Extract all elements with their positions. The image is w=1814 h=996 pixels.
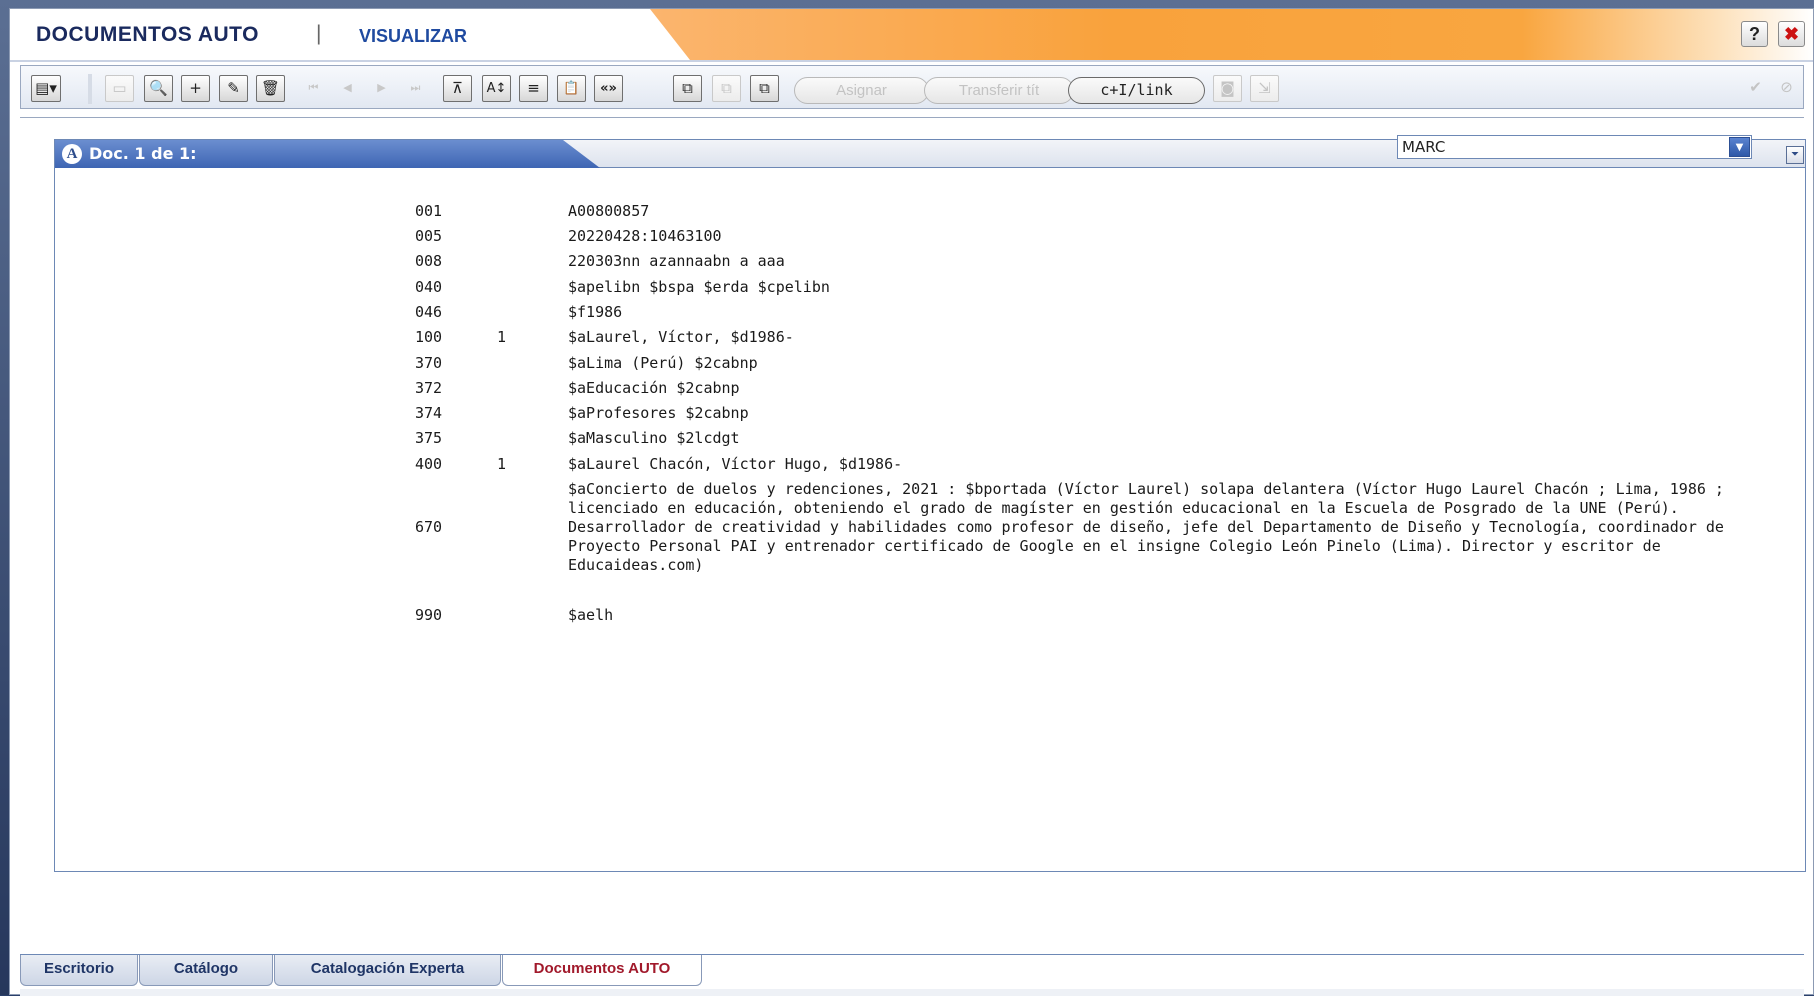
tab-escritorio[interactable]: Escritorio: [20, 955, 138, 986]
marc-tag: 375: [415, 429, 443, 447]
merge-record-icon[interactable]: ⧉: [712, 75, 741, 102]
marc-value: $aLaurel Chacón, Víctor Hugo, $d1986-: [568, 455, 903, 473]
duplicate-record-icon[interactable]: ⧉: [750, 75, 779, 102]
toolbar: ▤▾ ▭ 🔍 + ✎ 🗑 ⏮ ◀ ▶ ⏭ ⊼ A↕ ≡ 📋 «» ⧉ ⧉ ⧉ A…: [20, 65, 1804, 109]
format-select-value: MARC: [1402, 138, 1446, 156]
title-bar-accent: [650, 9, 1813, 60]
tab-catalogo[interactable]: Catálogo: [139, 955, 273, 986]
marc-value: $aLaurel, Víctor, $d1986-: [568, 328, 794, 346]
last-record-icon[interactable]: ⏭: [401, 75, 430, 102]
view-menu-icon[interactable]: ▤▾: [31, 75, 61, 102]
marc-value: $aMasculino $2lcdgt: [568, 429, 740, 447]
sort-icon[interactable]: A↕: [482, 75, 511, 102]
document-tab: A Doc. 1 de 1:: [55, 140, 600, 168]
help-button[interactable]: ?: [1741, 21, 1768, 47]
marc-value: $aProfesores $2cabnp: [568, 404, 749, 422]
marc-value: $apelibn $bspa $erda $cpelibn: [568, 278, 830, 296]
marc-tag: 990: [415, 606, 443, 624]
copy-record-icon[interactable]: ⧉: [673, 75, 702, 102]
marc-value: $aelh: [568, 606, 614, 624]
authority-icon: A: [62, 144, 82, 164]
marc-tag: 008: [415, 252, 443, 270]
marc-value: $aEducación $2cabnp: [568, 379, 740, 397]
camera-icon[interactable]: ◙: [1213, 75, 1242, 102]
marc-value: 20220428:10463100: [568, 227, 722, 245]
marc-tag: 370: [415, 354, 443, 372]
cancel-icon[interactable]: ⊘: [1772, 75, 1801, 102]
marc-indicator: 1: [497, 328, 507, 346]
document-panel-header: A Doc. 1 de 1: MARC ▼ ⏷: [55, 135, 1805, 168]
marc-tag: 001: [415, 202, 443, 220]
asignar-button[interactable]: Asignar: [794, 77, 929, 104]
filter-icon[interactable]: ⊼: [443, 75, 472, 102]
title-divider: [10, 60, 1813, 62]
marc-value: A00800857: [568, 202, 650, 220]
transferir-button[interactable]: Transferir tít: [924, 77, 1074, 104]
marc-value: $f1986: [568, 303, 623, 321]
title-bar: DOCUMENTOS AUTO | VISUALIZAR ? ✖: [10, 9, 1813, 60]
toggle-format-icon[interactable]: «»: [594, 75, 623, 102]
confirm-icon[interactable]: ✔: [1741, 75, 1770, 102]
window-title: DOCUMENTOS AUTO: [36, 23, 259, 46]
marc-tag: 670: [415, 518, 443, 536]
previous-record-icon[interactable]: ◀: [333, 75, 362, 102]
first-record-icon[interactable]: ⏮: [299, 75, 328, 102]
marc-tag: 046: [415, 303, 443, 321]
search-icon[interactable]: 🔍: [144, 75, 173, 102]
link-button[interactable]: c+I/link: [1068, 77, 1205, 104]
new-window-icon[interactable]: ▭: [105, 75, 134, 102]
marc-value: 220303nn azannaabn a aaa: [568, 252, 785, 270]
marc-tag: 372: [415, 379, 443, 397]
marc-value: $aLima (Perú) $2cabnp: [568, 354, 758, 372]
format-select[interactable]: MARC ▼: [1397, 135, 1752, 159]
marc-tag: 374: [415, 404, 443, 422]
application-window: DOCUMENTOS AUTO | VISUALIZAR ? ✖ ▤▾ ▭ 🔍 …: [9, 8, 1814, 996]
title-separator: |: [316, 22, 322, 45]
export-icon[interactable]: ⇲: [1250, 75, 1279, 102]
chevron-down-icon[interactable]: ▼: [1729, 137, 1750, 157]
toolbar-divider: [20, 117, 1804, 118]
marc-indicator: 1: [497, 455, 507, 473]
marc-tag: 100: [415, 328, 443, 346]
close-button[interactable]: ✖: [1778, 21, 1805, 47]
collapse-icon[interactable]: ⏷: [1786, 146, 1804, 164]
marc-tag: 005: [415, 227, 443, 245]
tab-documentos-auto[interactable]: Documentos AUTO: [502, 955, 702, 986]
next-record-icon[interactable]: ▶: [367, 75, 396, 102]
tab-catalogacion-experta[interactable]: Catalogación Experta: [274, 955, 501, 986]
marc-tag: 400: [415, 455, 443, 473]
toolbar-separator: [88, 74, 92, 104]
paste-icon[interactable]: 📋: [557, 75, 586, 102]
view-mode-label: VISUALIZAR: [359, 26, 467, 46]
add-icon[interactable]: +: [181, 75, 210, 102]
expand-list-icon[interactable]: ≡: [519, 75, 548, 102]
marc-value: $aConcierto de duelos y redenciones, 202…: [568, 480, 1724, 574]
marc-tag: 040: [415, 278, 443, 296]
document-panel: A Doc. 1 de 1: MARC ▼ ⏷ 001 A00800857 00…: [54, 135, 1806, 872]
delete-icon[interactable]: 🗑: [256, 75, 285, 102]
edit-icon[interactable]: ✎: [219, 75, 248, 102]
document-counter: Doc. 1 de 1:: [89, 144, 197, 163]
